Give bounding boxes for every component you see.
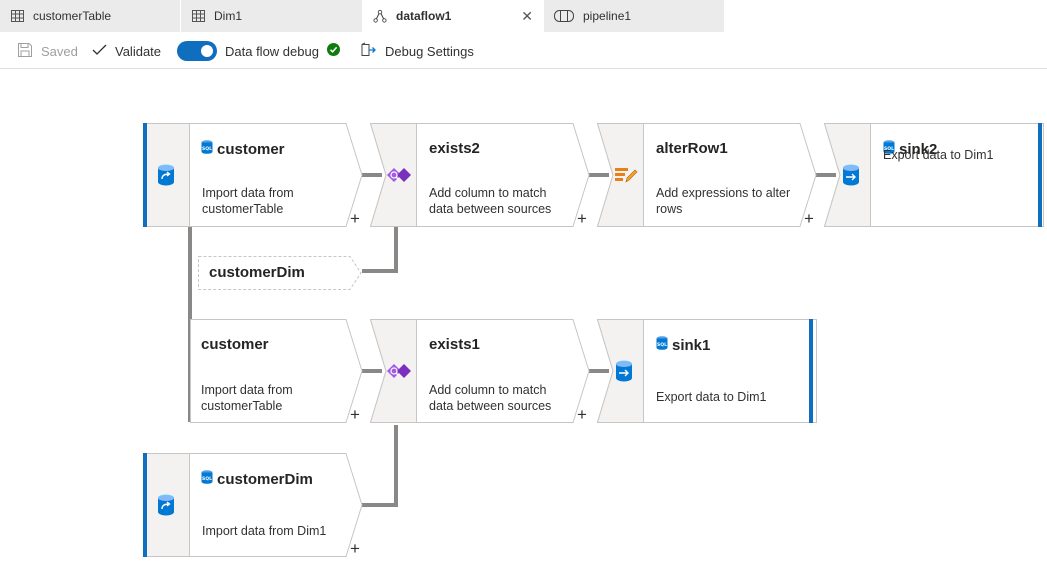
tab-dataflow1[interactable]: dataflow1 ✕ bbox=[363, 0, 544, 32]
tab-dim1[interactable]: Dim1 bbox=[181, 0, 363, 32]
node-description: Add expressions to alter rows bbox=[656, 186, 791, 216]
save-icon bbox=[17, 42, 33, 61]
saved-button[interactable]: Saved bbox=[17, 42, 78, 60]
sink-icon bbox=[601, 319, 647, 423]
node-title: customer bbox=[217, 140, 285, 158]
tab-label: pipeline1 bbox=[583, 9, 632, 23]
debug-settings-icon bbox=[360, 42, 376, 61]
node-title: customer bbox=[201, 336, 269, 353]
tab-customertable[interactable]: customerTable bbox=[0, 0, 181, 32]
node-description: Import data from customerTable bbox=[201, 383, 293, 413]
source-icon bbox=[143, 453, 189, 557]
validate-button[interactable]: Validate bbox=[92, 42, 161, 60]
node-title: alterRow1 bbox=[656, 140, 728, 157]
add-transform-button[interactable]: + bbox=[804, 209, 814, 229]
exists-icon bbox=[376, 123, 422, 227]
tab-pipeline1[interactable]: pipeline1 bbox=[544, 0, 725, 32]
pipeline-icon bbox=[554, 9, 574, 23]
transform-node-exists1[interactable]: exists1 Add column to match data between… bbox=[370, 319, 590, 425]
data-flow-debug-toggle[interactable]: Data flow debug bbox=[177, 41, 340, 61]
node-title: exists1 bbox=[429, 336, 480, 353]
reference-node-customerdim[interactable]: customerDim bbox=[198, 256, 362, 290]
exists-icon bbox=[376, 319, 422, 423]
node-title: customerDim bbox=[217, 470, 313, 488]
toggle-switch[interactable] bbox=[177, 41, 217, 61]
saved-label: Saved bbox=[41, 43, 78, 59]
debug-settings-button[interactable]: Debug Settings bbox=[360, 42, 474, 60]
sql-database-icon: SQL bbox=[201, 470, 213, 488]
transform-node-alterrow1[interactable]: alterRow1 Add expressions to alter rows … bbox=[597, 123, 817, 229]
node-description: Import data from Dim1 bbox=[202, 524, 327, 538]
branch-node-customer[interactable]: customer Import data from customerTable … bbox=[190, 319, 363, 425]
node-title: customerDim bbox=[209, 264, 305, 281]
sink-node-sink1[interactable]: SQL sink1 Export data to Dim1 bbox=[597, 319, 817, 423]
source-icon bbox=[143, 123, 189, 227]
add-transform-button[interactable]: + bbox=[350, 405, 360, 425]
add-transform-button[interactable]: + bbox=[350, 209, 360, 229]
dataflow-canvas[interactable]: SQL customer Import data from customerTa… bbox=[0, 69, 1047, 567]
transform-node-exists2[interactable]: exists2 Add column to match data between… bbox=[370, 123, 590, 229]
tab-label: dataflow1 bbox=[396, 9, 452, 23]
sql-database-icon: SQL bbox=[656, 336, 668, 354]
svg-text:SQL: SQL bbox=[202, 146, 212, 152]
debug-settings-label: Debug Settings bbox=[385, 43, 474, 59]
success-check-icon bbox=[326, 43, 340, 59]
validate-label: Validate bbox=[115, 43, 162, 59]
svg-text:SQL: SQL bbox=[657, 342, 667, 348]
node-title: exists2 bbox=[429, 140, 480, 157]
alter-row-icon bbox=[603, 123, 649, 227]
sink-icon bbox=[828, 123, 874, 227]
add-transform-button[interactable]: + bbox=[577, 405, 587, 425]
source-node-customer[interactable]: SQL customer Import data from customerTa… bbox=[143, 123, 363, 229]
close-icon[interactable]: ✕ bbox=[521, 8, 533, 25]
tab-bar: customerTable Dim1 dataflow1 ✕ pipeline1 bbox=[0, 0, 1047, 32]
tab-label: customerTable bbox=[33, 9, 112, 23]
source-node-customerdim[interactable]: SQL customerDim Import data from Dim1 + bbox=[143, 453, 363, 559]
add-transform-button[interactable]: + bbox=[577, 209, 587, 229]
node-description: Export data to Dim1 bbox=[883, 148, 994, 162]
node-title: sink1 bbox=[672, 336, 711, 354]
table-icon bbox=[191, 9, 205, 23]
sink-node-sink2[interactable]: SQL sink2 Export data to Dim1 bbox=[824, 123, 1044, 227]
tab-label: Dim1 bbox=[214, 9, 243, 23]
toolbar: Saved Validate Data flow debug Debug Set… bbox=[0, 33, 1047, 69]
node-description: Export data to Dim1 bbox=[656, 390, 767, 404]
debug-label: Data flow debug bbox=[225, 43, 319, 59]
dataflow-icon bbox=[373, 9, 387, 23]
checkmark-icon bbox=[92, 44, 107, 59]
node-description: Add column to match data between sources bbox=[429, 186, 552, 216]
svg-text:SQL: SQL bbox=[202, 476, 212, 482]
add-transform-button[interactable]: + bbox=[350, 539, 360, 559]
sql-database-icon: SQL bbox=[201, 140, 213, 158]
node-description: Import data from customerTable bbox=[202, 186, 294, 216]
table-icon bbox=[10, 9, 24, 23]
node-description: Add column to match data between sources bbox=[429, 383, 552, 413]
